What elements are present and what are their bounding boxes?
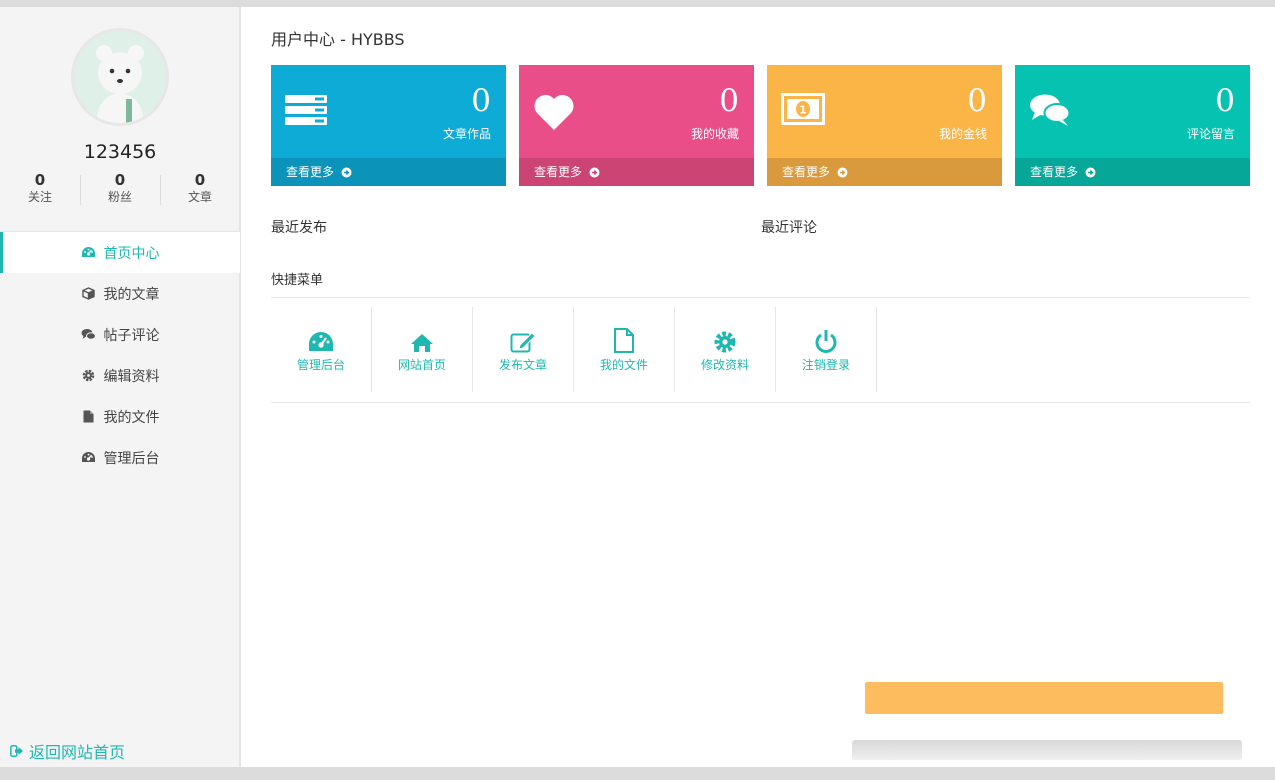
quick-item-edit-profile[interactable]: 修改资料: [675, 307, 776, 392]
card-more-link[interactable]: 查看更多: [271, 158, 506, 186]
edit-icon: [510, 327, 536, 353]
arrow-circle-right-icon: [341, 167, 352, 178]
username: 123456: [83, 141, 157, 163]
dashboard-icon: [308, 327, 334, 353]
sidebar-item-admin[interactable]: 管理后台: [0, 437, 240, 478]
arrow-circle-right-icon: [1085, 167, 1096, 178]
quick-item-label: 发布文章: [498, 357, 547, 372]
stat-value: 0: [194, 171, 206, 189]
window-bottom-strip: [0, 767, 1275, 780]
window-top-strip: [0, 0, 1275, 7]
card-more-link[interactable]: 查看更多: [767, 158, 1002, 186]
card-money[interactable]: 1 0 我的金钱 查看更多: [767, 65, 1002, 186]
stat-articles[interactable]: 0 文章: [160, 171, 240, 207]
arrow-circle-right-icon: [837, 167, 848, 178]
divider: [271, 402, 1250, 403]
quick-item-logout[interactable]: 注销登录: [776, 307, 877, 392]
cube-icon: [81, 286, 97, 302]
card-value: 0: [1215, 83, 1235, 119]
svg-text:1: 1: [799, 104, 807, 117]
sidebar-item-my-articles[interactable]: 我的文章: [0, 273, 240, 314]
quick-item-my-files[interactable]: 我的文件: [574, 307, 675, 392]
card-articles[interactable]: 0 文章作品 查看更多: [271, 65, 506, 186]
card-label: 评论留言: [1186, 127, 1235, 141]
gear-icon: [714, 327, 736, 353]
quick-item-new-article[interactable]: 发布文章: [473, 307, 574, 392]
card-label: 文章作品: [442, 127, 491, 141]
sidebar-nav: 首页中心 我的文章 帖子评论 编辑资料 我的文件 管理后台: [0, 231, 240, 478]
sidebar-item-label: 首页中心: [103, 245, 160, 262]
card-favorites[interactable]: 0 我的收藏 查看更多: [519, 65, 754, 186]
sidebar-item-label: 管理后台: [103, 450, 160, 467]
stat-label: 文章: [187, 190, 212, 204]
quick-item-label: 网站首页: [397, 357, 446, 372]
quick-menu: 管理后台 网站首页 发布文章 我的文件 修改资料 注销登录: [271, 307, 877, 392]
page-title: 用户中心 - HYBBS: [271, 30, 405, 49]
file-icon: [81, 409, 97, 425]
avatar[interactable]: [71, 28, 169, 126]
comments-icon: [81, 327, 97, 343]
sidebar-item-label: 帖子评论: [103, 327, 160, 344]
card-label: 我的金钱: [938, 127, 987, 141]
stat-label: 粉丝: [107, 190, 132, 204]
quick-item-label: 注销登录: [801, 357, 850, 372]
quick-menu-title: 快捷菜单: [271, 273, 324, 288]
main-content: 用户中心 - HYBBS 0 文章作品 查看更多 0 我的收藏 查看更多 1 0…: [241, 7, 1275, 767]
stat-value: 0: [114, 171, 126, 189]
quick-item-label: 我的文件: [599, 357, 648, 372]
recent-posts-title: 最近发布: [271, 220, 327, 236]
card-more-label: 查看更多: [782, 165, 831, 179]
heart-icon: [533, 93, 575, 135]
home-icon: [410, 327, 434, 353]
dashboard-icon: [81, 450, 97, 466]
sidebar: 123456 0 关注 0 粉丝 0 文章 首页中心 我的文章 帖子评论 编辑资…: [0, 7, 240, 767]
sidebar-item-my-files[interactable]: 我的文件: [0, 396, 240, 437]
card-more-label: 查看更多: [534, 165, 583, 179]
money-icon: 1: [781, 93, 825, 129]
quick-item-label: 修改资料: [700, 357, 749, 372]
sidebar-item-post-comments[interactable]: 帖子评论: [0, 314, 240, 355]
recent-comments-title: 最近评论: [761, 220, 817, 236]
card-more-label: 查看更多: [1030, 165, 1079, 179]
card-comments[interactable]: 0 评论留言 查看更多: [1015, 65, 1250, 186]
stat-label: 关注: [27, 190, 52, 204]
user-stats: 0 关注 0 粉丝 0 文章: [0, 171, 240, 207]
sign-out-icon: [10, 745, 24, 757]
power-icon: [815, 327, 837, 353]
stat-followers[interactable]: 0 粉丝: [80, 171, 160, 207]
sidebar-item-label: 我的文件: [103, 409, 160, 426]
stat-value: 0: [34, 171, 46, 189]
card-value: 0: [471, 83, 491, 119]
back-to-home-link[interactable]: 返回网站首页: [10, 739, 125, 763]
sidebar-item-home-center[interactable]: 首页中心: [0, 232, 240, 273]
divider: [271, 297, 1250, 298]
quick-item-admin[interactable]: 管理后台: [271, 307, 372, 392]
card-more-link[interactable]: 查看更多: [1015, 158, 1250, 186]
arrow-circle-right-icon: [589, 167, 600, 178]
dashboard-icon: [81, 245, 97, 261]
sidebar-item-label: 编辑资料: [103, 368, 160, 385]
stat-following[interactable]: 0 关注: [0, 171, 80, 207]
file-icon: [614, 327, 634, 353]
card-more-link[interactable]: 查看更多: [519, 158, 754, 186]
sidebar-item-label: 我的文章: [103, 286, 160, 303]
back-link-label: 返回网站首页: [29, 743, 126, 762]
card-label: 我的收藏: [690, 127, 739, 141]
gear-icon: [81, 368, 97, 384]
card-more-label: 查看更多: [286, 165, 335, 179]
notification-banner: [865, 682, 1223, 714]
comments-icon: [1029, 93, 1071, 131]
quick-item-site-home[interactable]: 网站首页: [372, 307, 473, 392]
notification-shadow: [852, 740, 1242, 760]
sidebar-item-edit-profile[interactable]: 编辑资料: [0, 355, 240, 396]
quick-item-label: 管理后台: [296, 357, 345, 372]
card-value: 0: [967, 83, 987, 119]
list-icon: [285, 93, 327, 131]
card-value: 0: [719, 83, 739, 119]
